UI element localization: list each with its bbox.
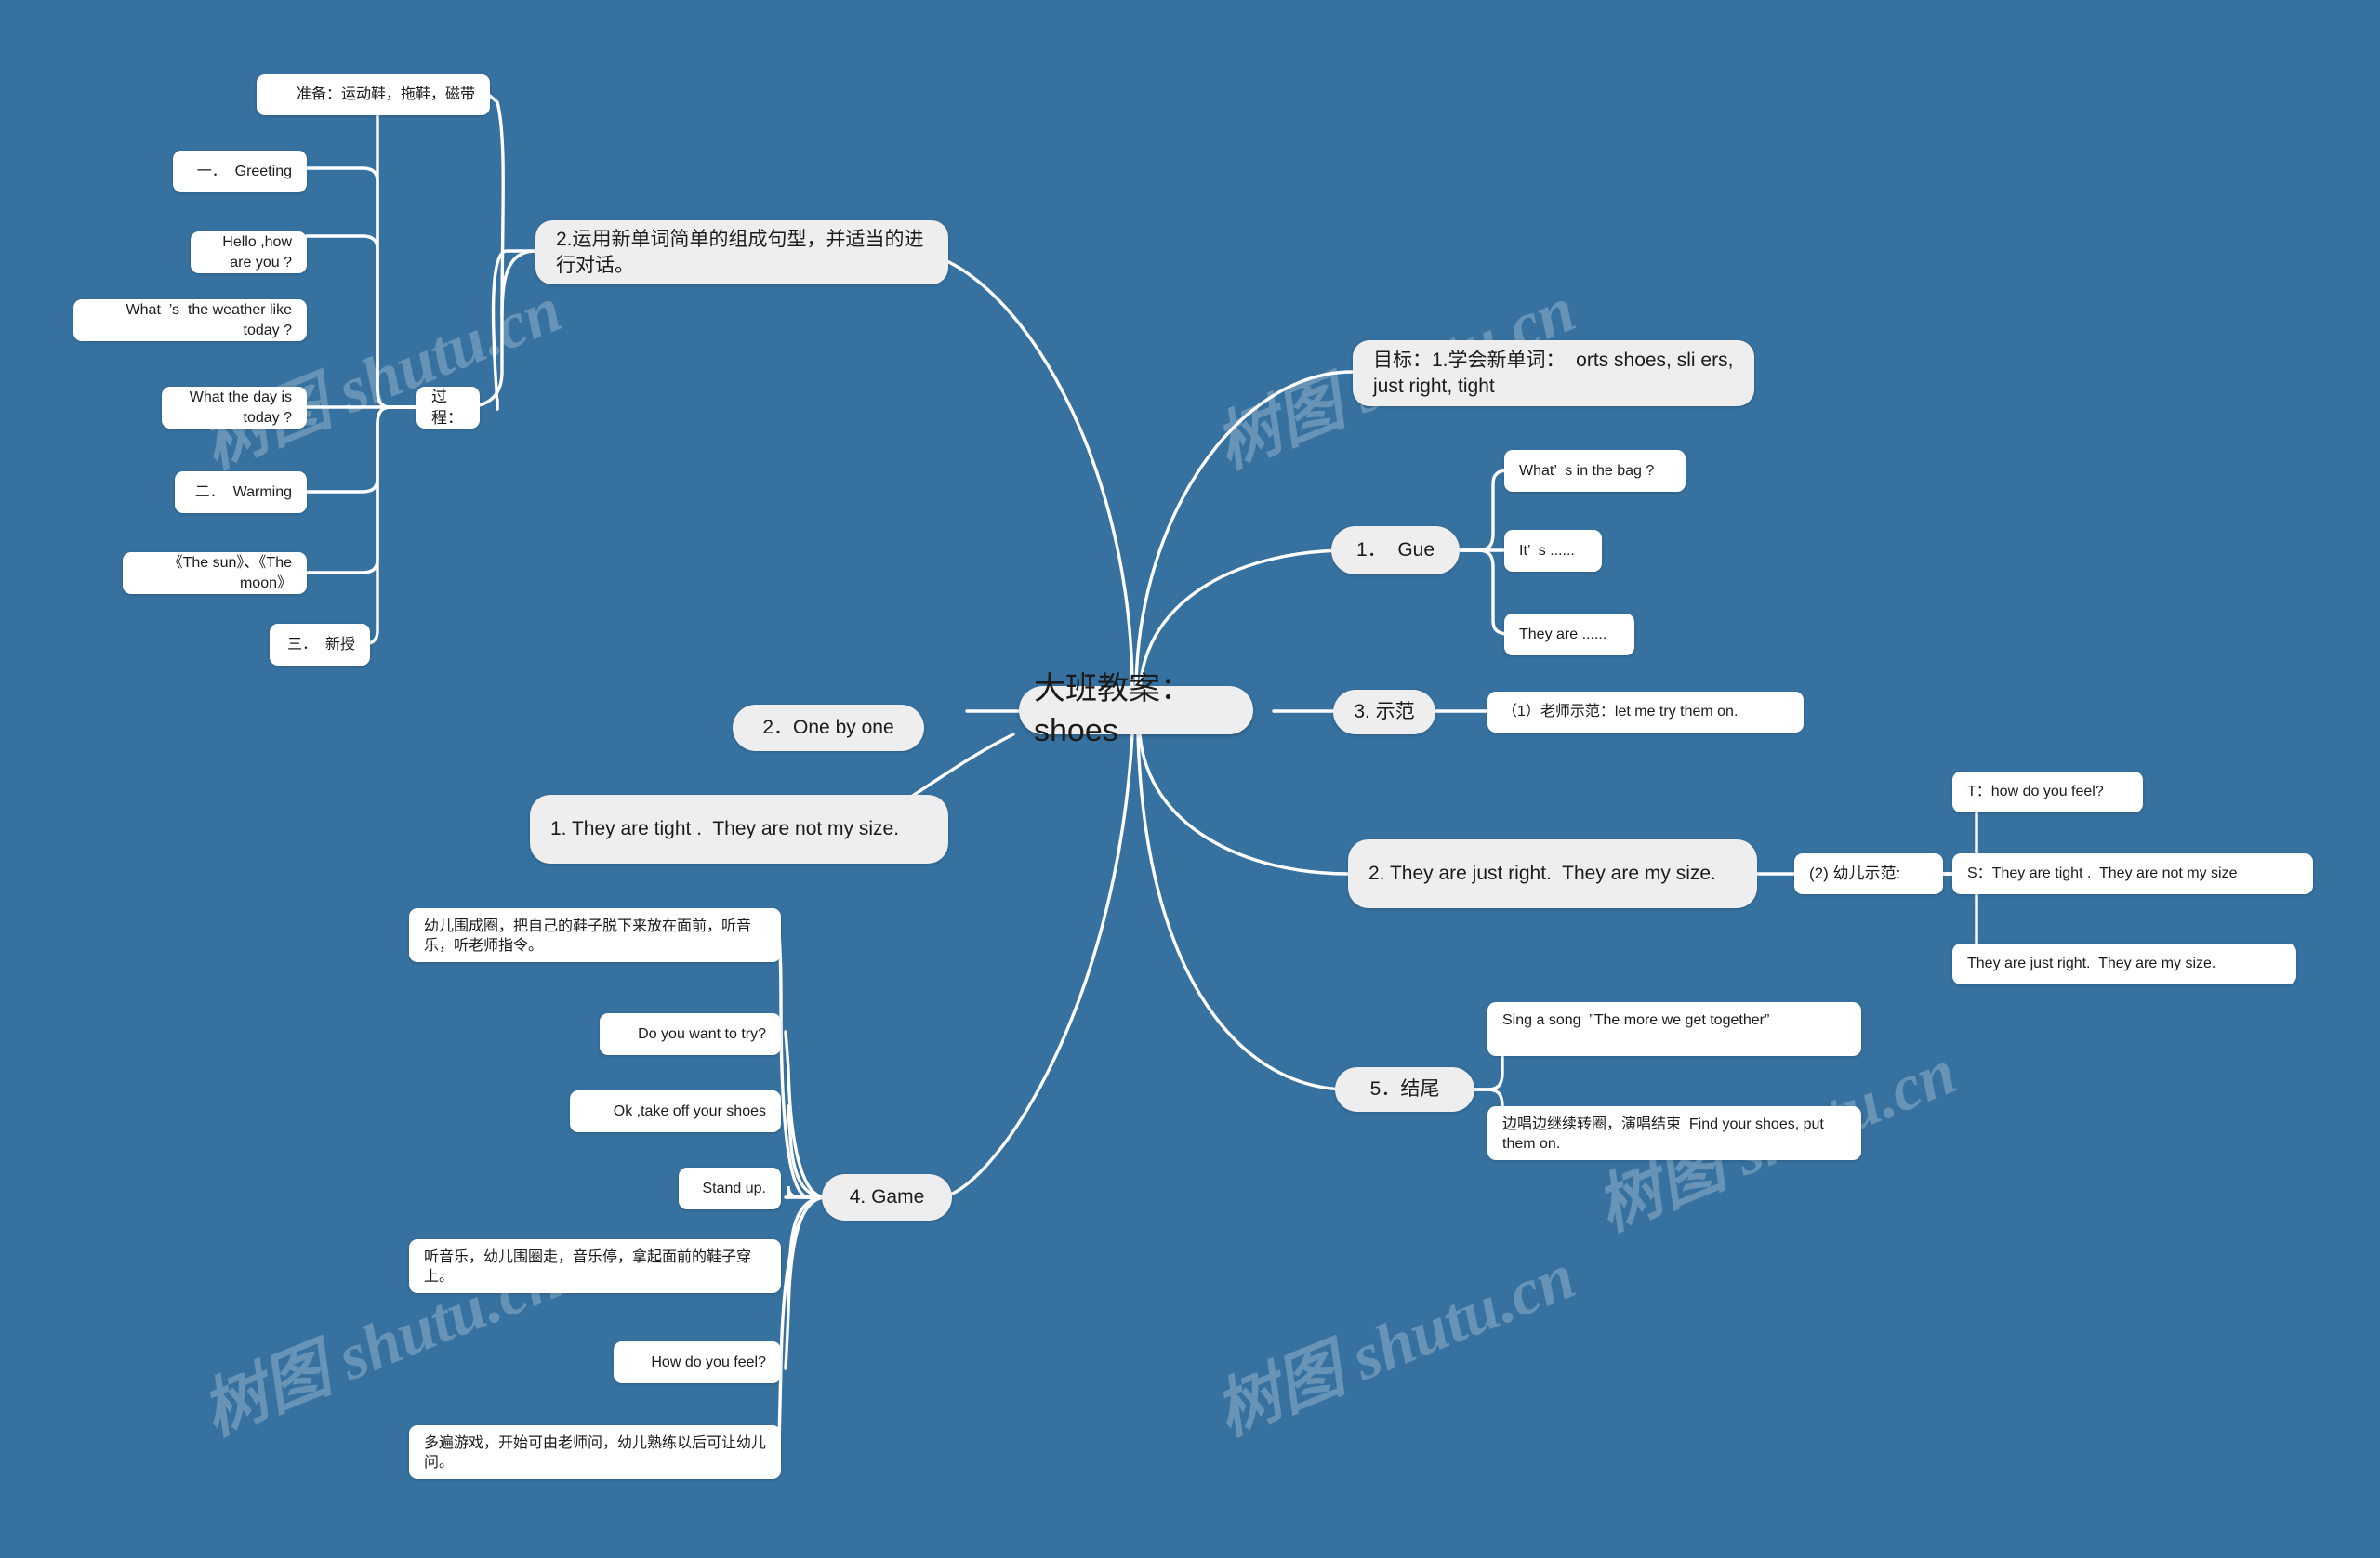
node-ending[interactable]: 5．结尾 [1335,1067,1474,1112]
node-one-by-one[interactable]: 2．One by one [733,705,924,751]
node-game[interactable]: 4. Game [822,1174,952,1221]
node-demonstration[interactable]: 3. 示范 [1333,690,1435,734]
node-just-right-sentence[interactable]: 2. They are just right. They are my size… [1348,839,1757,908]
node-ending-song[interactable]: Sing a song ”The more we get together” [1488,1002,1861,1056]
node-guess[interactable]: 1． Gue [1331,526,1460,574]
node-warming[interactable]: 二． Warming [175,471,307,513]
node-goal-1[interactable]: 目标：1.学会新单词： orts shoes, sli ers, just ri… [1353,340,1754,406]
node-game-stand-up[interactable]: Stand up. [679,1168,781,1209]
watermark: 树图 shutu.cn [1206,1240,1585,1450]
root-node[interactable]: 大班教案：shoes [1019,671,1253,748]
node-guess-answer-its[interactable]: It’ s ...... [1504,530,1602,572]
node-ending-circle[interactable]: 边唱边继续转圈，演唱结束 Find your shoes, put them o… [1488,1106,1861,1160]
node-tight-sentence[interactable]: 1. They are tight . They are not my size… [530,795,948,864]
node-guess-question[interactable]: What’ s in the bag ? [1504,450,1686,492]
node-goal-2[interactable]: 2.运用新单词简单的组成句型，并适当的进行对话。 [536,220,948,284]
node-game-want-try[interactable]: Do you want to try? [600,1013,781,1055]
node-preparation[interactable]: 准备：运动鞋，拖鞋，磁带 [257,74,490,115]
mindmap-canvas: 树图 shutu.cn 树图 shutu.cn 树图 shutu.cn 树图 s… [0,0,2380,1558]
node-demo-teacher[interactable]: （1）老师示范：let me try them on. [1488,692,1804,733]
node-greeting[interactable]: 一． Greeting [173,151,307,192]
watermark: 树图 shutu.cn [192,273,572,483]
node-game-circle-instruction[interactable]: 幼儿围成圈，把自己的鞋子脱下来放在面前，听音乐，听老师指令。 [409,908,781,962]
node-demo-child-teacher-line[interactable]: T：how do you feel? [1952,772,2143,812]
node-day[interactable]: What the day is today ? [162,387,307,429]
node-demo-child[interactable]: (2) 幼儿示范: [1794,853,1943,894]
node-weather[interactable]: What ’s the weather like today ? [73,299,307,341]
node-demo-child-tight-line[interactable]: S：They are tight . They are not my size [1952,853,2313,894]
node-game-take-off[interactable]: Ok ,take off your shoes [570,1090,781,1132]
node-game-music-walk[interactable]: 听音乐，幼儿围圈走，音乐停，拿起面前的鞋子穿上。 [409,1239,781,1293]
node-songs[interactable]: 《The sun》、《The moon》 [123,552,307,594]
node-demo-child-just-right-line[interactable]: They are just right. They are my size. [1952,944,2296,984]
node-new-teaching[interactable]: 三． 新授 [270,624,370,666]
node-guess-answer-they[interactable]: They are ...... [1504,614,1634,655]
node-game-repeat[interactable]: 多遍游戏，开始可由老师问，幼儿熟练以后可让幼儿问。 [409,1425,781,1479]
node-game-how-feel[interactable]: How do you feel? [614,1341,781,1383]
node-process[interactable]: 过程： [416,387,480,429]
node-hello[interactable]: Hello ,how are you ? [191,231,307,273]
